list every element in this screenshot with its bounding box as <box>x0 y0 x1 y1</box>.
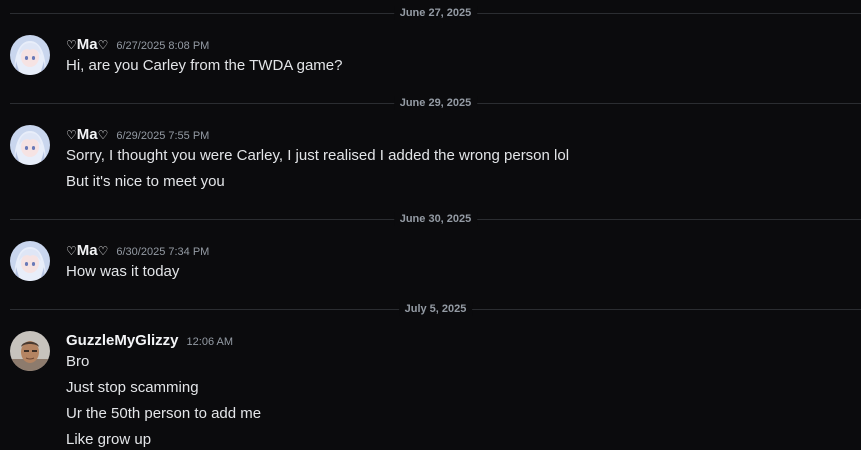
message-timestamp[interactable]: 12:06 AM <box>187 336 233 348</box>
heart-icon: ♡ <box>97 244 109 258</box>
message-text: Hi, are you Carley from the TWDA game? <box>66 57 343 74</box>
anime-girl-avatar-icon <box>10 35 50 75</box>
avatar[interactable] <box>10 331 50 371</box>
message-timestamp[interactable]: 6/29/2025 7:55 PM <box>116 130 209 142</box>
message-group: ♡ Ma ♡ 6/29/2025 7:55 PM Sorry, I though… <box>10 125 861 195</box>
message-text: Like grow up <box>66 431 152 448</box>
person-photo-avatar-icon <box>10 331 50 371</box>
username[interactable]: Ma <box>77 126 98 143</box>
username[interactable]: Ma <box>77 36 98 53</box>
date-divider-label: July 5, 2025 <box>398 302 473 316</box>
message-text: Bro <box>66 353 90 370</box>
anime-girl-avatar-icon <box>10 241 50 281</box>
message-header: ♡ Ma ♡ 6/29/2025 7:55 PM <box>66 126 209 146</box>
avatar[interactable] <box>10 125 50 165</box>
date-divider-label: June 27, 2025 <box>393 6 478 20</box>
heart-icon: ♡ <box>66 244 77 258</box>
heart-icon: ♡ <box>66 38 77 52</box>
message-text: Just stop scamming <box>66 379 199 396</box>
heart-icon: ♡ <box>66 128 77 142</box>
date-divider-label: June 30, 2025 <box>393 212 478 226</box>
message-text: Sorry, I thought you were Carley, I just… <box>66 147 570 164</box>
message-text: Ur the 50th person to add me <box>66 405 262 422</box>
anime-girl-avatar-icon <box>10 125 50 165</box>
message-group: ♡ Ma ♡ 6/27/2025 8:08 PM Hi, are you Car… <box>10 35 861 80</box>
date-divider: June 30, 2025 <box>10 212 861 226</box>
message-timestamp[interactable]: 6/30/2025 7:34 PM <box>116 246 209 258</box>
date-divider: July 5, 2025 <box>10 302 861 316</box>
message-timestamp[interactable]: 6/27/2025 8:08 PM <box>116 40 209 52</box>
username[interactable]: GuzzleMyGlizzy <box>66 332 179 349</box>
message-header: GuzzleMyGlizzy 12:06 AM <box>66 332 233 352</box>
chat-message-list: June 27, 2025 ♡ Ma ♡ 6/27/2025 8:08 PM H… <box>0 0 861 450</box>
avatar[interactable] <box>10 35 50 75</box>
heart-icon: ♡ <box>97 128 109 142</box>
date-divider-label: June 29, 2025 <box>393 96 478 110</box>
username[interactable]: Ma <box>77 242 98 259</box>
date-divider: June 27, 2025 <box>10 6 861 20</box>
heart-icon: ♡ <box>97 38 109 52</box>
message-header: ♡ Ma ♡ 6/30/2025 7:34 PM <box>66 242 209 262</box>
message-text: But it's nice to meet you <box>66 173 225 190</box>
message-group: ♡ Ma ♡ 6/30/2025 7:34 PM How was it toda… <box>10 241 861 286</box>
date-divider: June 29, 2025 <box>10 96 861 110</box>
message-group: GuzzleMyGlizzy 12:06 AM Bro Just stop sc… <box>10 331 861 450</box>
message-header: ♡ Ma ♡ 6/27/2025 8:08 PM <box>66 36 209 56</box>
avatar[interactable] <box>10 241 50 281</box>
message-text: How was it today <box>66 263 180 280</box>
